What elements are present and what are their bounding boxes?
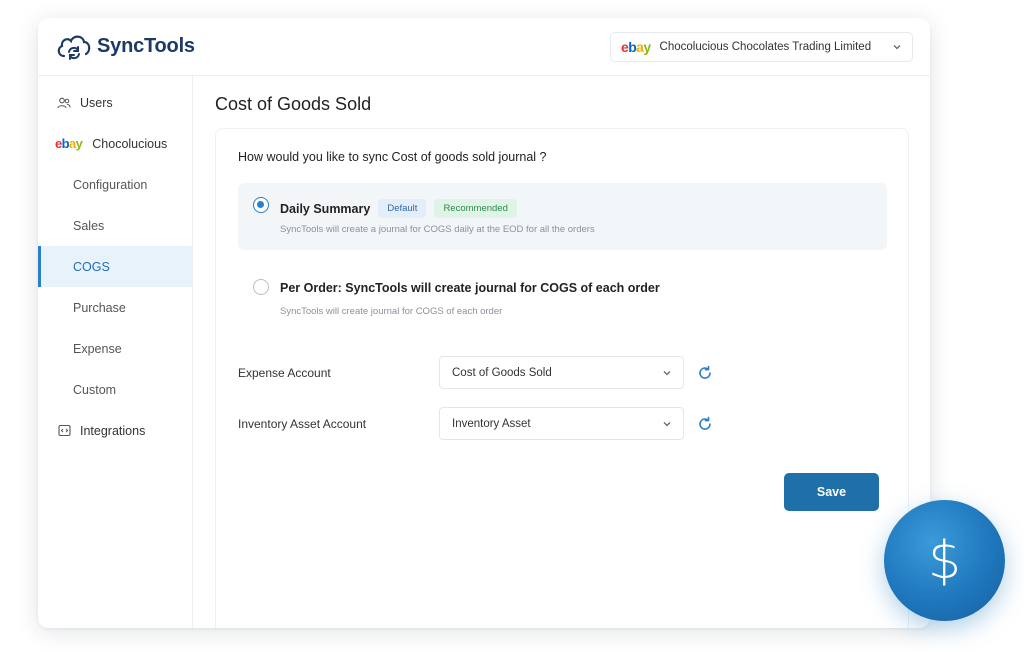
sidebar-item-label: Purchase [73, 300, 126, 315]
recommended-badge: Recommended [434, 199, 517, 218]
sidebar-item-integrations[interactable]: Integrations [38, 410, 192, 451]
option-description: SyncTools will create journal for COGS o… [280, 306, 503, 317]
ebay-logo: ebay [55, 136, 83, 151]
page-title: Cost of Goods Sold [215, 94, 372, 114]
cloud-sync-icon [57, 35, 91, 60]
sidebar-item-label: Configuration [73, 177, 148, 192]
sidebar-item-cogs[interactable]: COGS [38, 246, 192, 287]
integrations-icon [56, 423, 72, 439]
store-name: Chocolucious Chocolates Trading Limited [659, 41, 872, 53]
sidebar-item-label: Sales [73, 218, 105, 233]
ebay-logo-e: e [55, 136, 62, 151]
ebay-logo-b: b [628, 39, 637, 55]
sync-question: How would you like to sync Cost of goods… [238, 150, 547, 164]
sidebar-item-label: Integrations [80, 423, 146, 438]
save-button[interactable]: Save [784, 473, 879, 511]
chevron-down-icon [663, 422, 671, 427]
option-description: SyncTools will create a journal for COGS… [280, 224, 595, 235]
sidebar-item-label: Expense [73, 341, 122, 356]
sidebar-item-label: Chocolucious [92, 136, 168, 151]
main-content: Cost of Goods Sold How would you like to… [193, 76, 930, 628]
app-window: SyncTools ebay Chocolucious Chocolates T… [38, 18, 930, 628]
ebay-logo-y: y [75, 136, 83, 151]
inventory-account-label: Inventory Asset Account [238, 417, 367, 431]
expense-account-select[interactable]: Cost of Goods Sold [439, 356, 684, 389]
ebay-logo-y: y [643, 39, 651, 55]
dollar-fab[interactable]: $ [884, 500, 1005, 621]
option-per-order[interactable]: Per Order: SyncTools will create journal… [238, 265, 887, 332]
sidebar-item-purchase[interactable]: Purchase [38, 287, 192, 328]
ebay-logo-b: b [61, 136, 70, 151]
sidebar-item-custom[interactable]: Custom [38, 369, 192, 410]
store-selector[interactable]: ebay Chocolucious Chocolates Trading Lim… [610, 32, 913, 62]
refresh-icon[interactable] [697, 416, 713, 432]
sidebar-item-expense[interactable]: Expense [38, 328, 192, 369]
sidebar-item-sales[interactable]: Sales [38, 205, 192, 246]
refresh-icon[interactable] [697, 365, 713, 381]
option-daily-summary[interactable]: Daily Summary Default Recommended SyncTo… [238, 183, 887, 250]
inventory-account-select[interactable]: Inventory Asset [439, 407, 684, 440]
option-title: Per Order: SyncTools will create journal… [280, 281, 660, 295]
top-bar: SyncTools ebay Chocolucious Chocolates T… [38, 18, 930, 76]
synctools-logo[interactable]: SyncTools [55, 32, 195, 60]
chevron-down-icon [663, 371, 671, 376]
users-icon [56, 95, 72, 111]
sidebar: Users ebay Chocolucious Configuration Sa… [38, 76, 193, 628]
sidebar-item-label: Users [80, 95, 113, 110]
dollar-icon: $ [927, 530, 962, 591]
option-title: Daily Summary Default Recommended [280, 199, 517, 218]
chevron-down-icon [893, 45, 901, 50]
expense-account-label: Expense Account [238, 366, 331, 380]
radio-daily-summary[interactable] [253, 197, 269, 213]
radio-per-order[interactable] [253, 279, 269, 295]
sidebar-item-label: Custom [73, 382, 117, 397]
sidebar-item-users[interactable]: Users [38, 82, 192, 123]
inventory-account-value: Inventory Asset [452, 417, 531, 430]
option-title-text: Daily Summary [280, 201, 371, 216]
ebay-logo-a: a [68, 136, 76, 151]
expense-account-value: Cost of Goods Sold [452, 366, 552, 379]
sidebar-item-configuration[interactable]: Configuration [38, 164, 192, 205]
settings-card: How would you like to sync Cost of goods… [215, 128, 909, 628]
sidebar-item-store[interactable]: ebay Chocolucious [38, 123, 192, 164]
default-badge: Default [378, 199, 427, 218]
app-name: SyncTools [97, 34, 195, 57]
ebay-logo: ebay [621, 39, 651, 55]
sidebar-item-label: COGS [73, 259, 110, 274]
